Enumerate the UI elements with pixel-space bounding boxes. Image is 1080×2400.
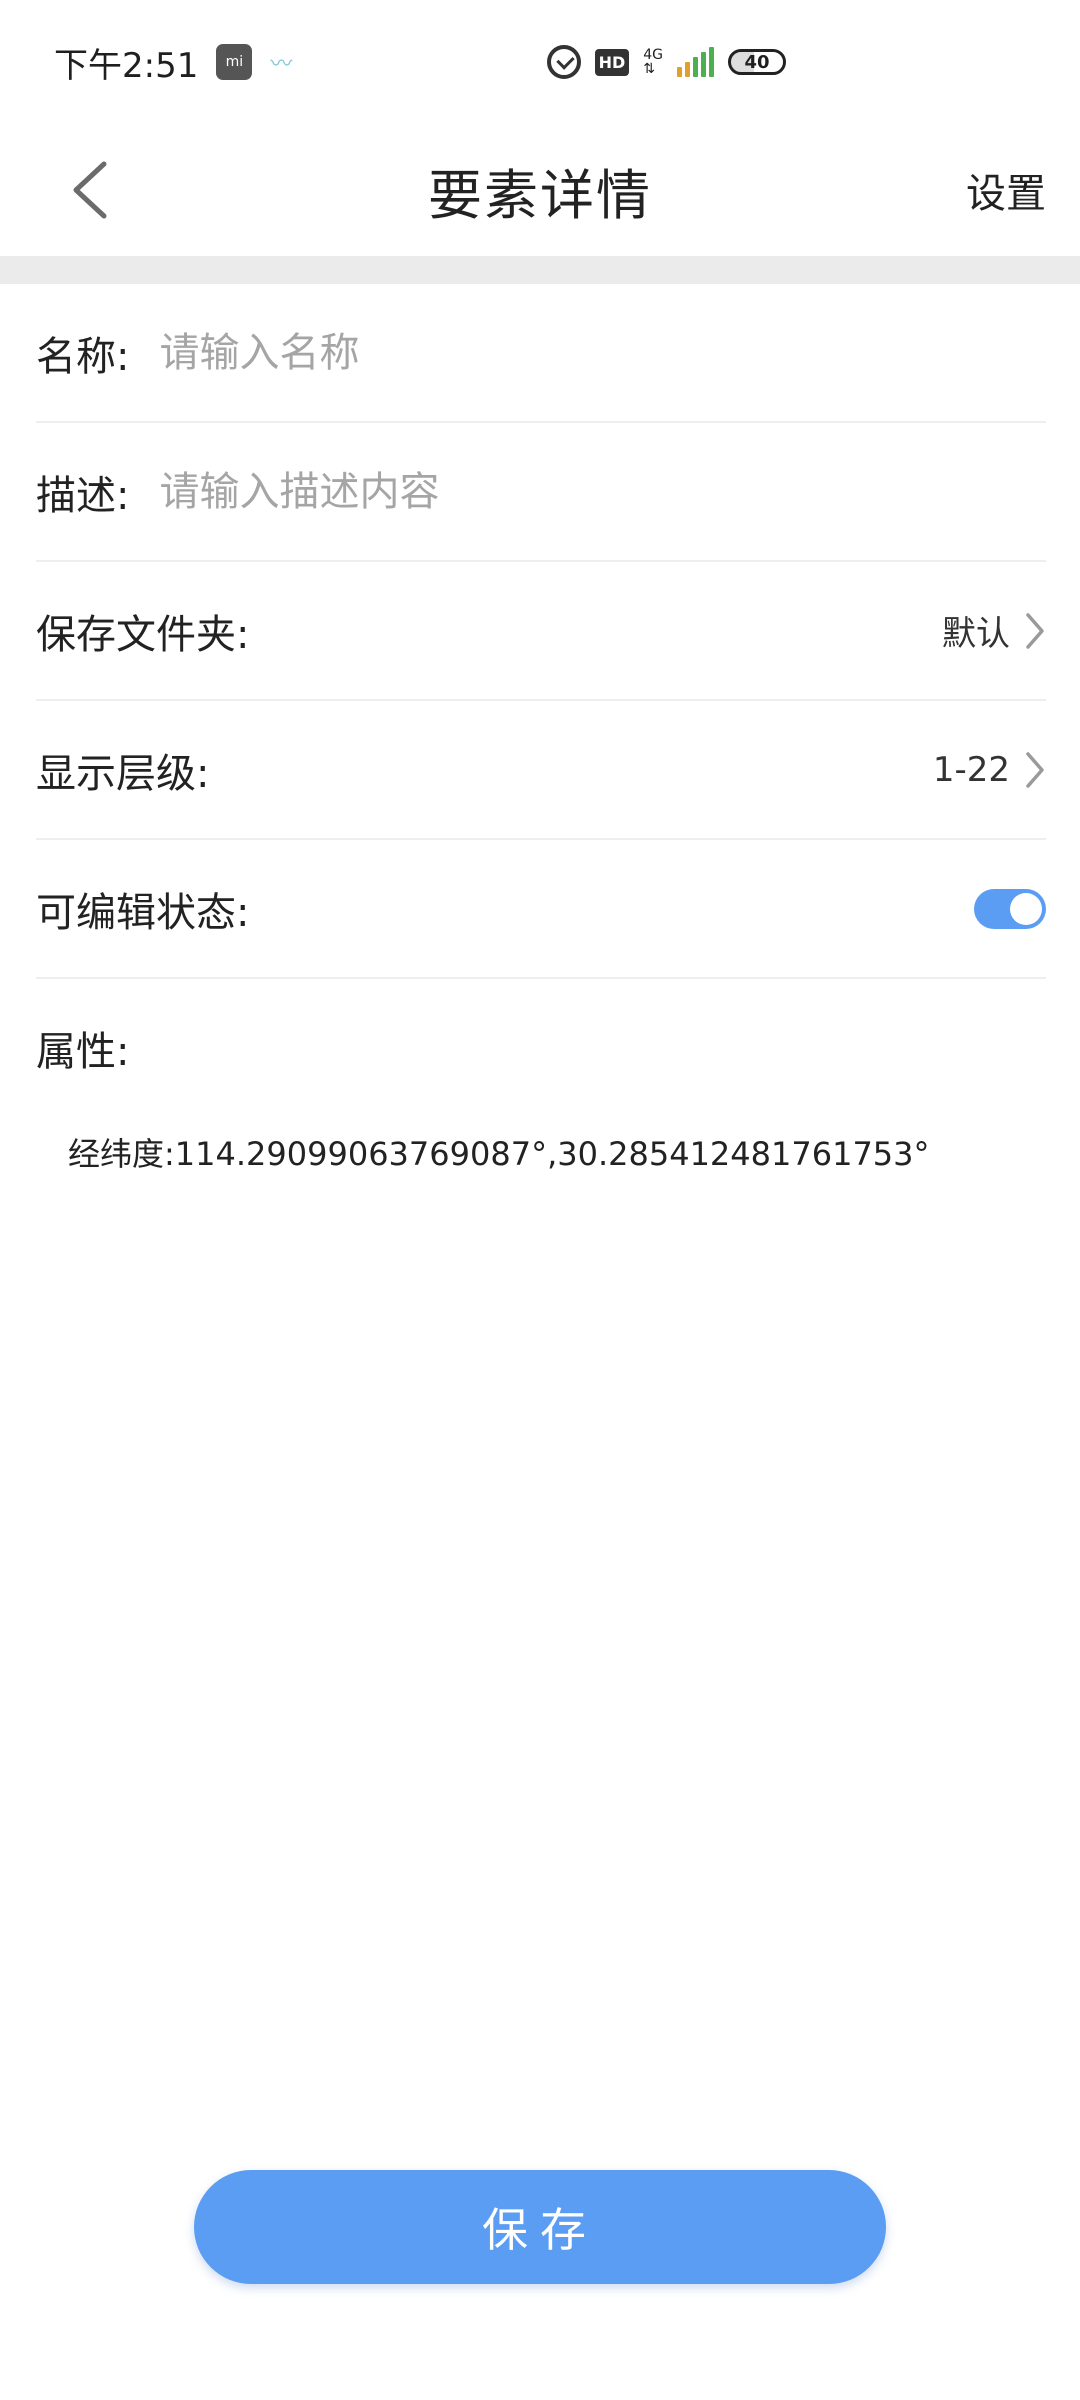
coordinates-text: 经纬度:114.29099063769087°,30.2854124817617… <box>68 1135 930 1173</box>
mi-app-icon: mi <box>216 44 253 80</box>
folder-value: 默认 <box>942 614 1010 654</box>
data-arrows-icon: ⇅ <box>643 61 655 77</box>
attributes-section: 属性: 经纬度:114.29099063769087°,30.285412481… <box>36 979 1046 1175</box>
level-value: 1-22 <box>932 749 1010 790</box>
chevron-left-icon <box>73 161 107 219</box>
description-label: 描述: <box>36 472 130 519</box>
attributes-title: 属性: <box>36 1029 130 1075</box>
battery-icon: 40 <box>728 49 786 75</box>
toggle-knob <box>1010 892 1042 925</box>
status-bar: 下午2:51 mi 〰 HD 4G ⇅ 40 <box>0 0 1080 124</box>
name-input[interactable] <box>157 328 1046 377</box>
header-divider <box>0 256 1080 284</box>
status-time: 下午2:51 <box>54 45 199 86</box>
name-row: 名称: <box>36 284 1046 423</box>
alarm-icon <box>546 45 581 79</box>
status-left: 下午2:51 mi 〰 <box>54 38 292 87</box>
description-row: 描述: <box>36 423 1046 562</box>
element-form: 名称: 描述: 保存文件夹: 默认 显示层级: 1-22 可编辑状态: 属性: <box>36 284 1046 1175</box>
editable-toggle[interactable] <box>974 888 1046 929</box>
folder-selector[interactable]: 默认 <box>942 606 1046 655</box>
network-label: 4G <box>643 47 663 63</box>
editable-label: 可编辑状态: <box>36 889 250 936</box>
network-type: 4G ⇅ <box>643 48 663 76</box>
level-selector[interactable]: 1-22 <box>933 750 1046 790</box>
status-right: HD 4G ⇅ 40 <box>546 45 1026 79</box>
description-input[interactable] <box>157 467 1046 516</box>
wave-icon: 〰 <box>270 52 293 77</box>
settings-button[interactable]: 设置 <box>966 150 1046 230</box>
battery-level: 40 <box>744 51 770 73</box>
folder-label: 保存文件夹: <box>36 611 250 658</box>
page-title: 要素详情 <box>428 163 652 227</box>
editable-row: 可编辑状态: <box>36 840 1046 979</box>
nav-bar: 要素详情 设置 <box>0 124 1080 256</box>
folder-row[interactable]: 保存文件夹: 默认 <box>36 562 1046 701</box>
hd-icon: HD <box>594 48 630 76</box>
mi-label: mi <box>225 54 244 70</box>
name-label: 名称: <box>36 333 130 380</box>
level-row[interactable]: 显示层级: 1-22 <box>36 701 1046 840</box>
level-label: 显示层级: <box>36 750 210 797</box>
chevron-right-icon <box>1026 612 1044 649</box>
chevron-right-icon <box>1026 751 1044 788</box>
back-button[interactable] <box>50 150 130 230</box>
save-button[interactable]: 保存 <box>194 2170 886 2284</box>
signal-icon <box>677 47 714 77</box>
